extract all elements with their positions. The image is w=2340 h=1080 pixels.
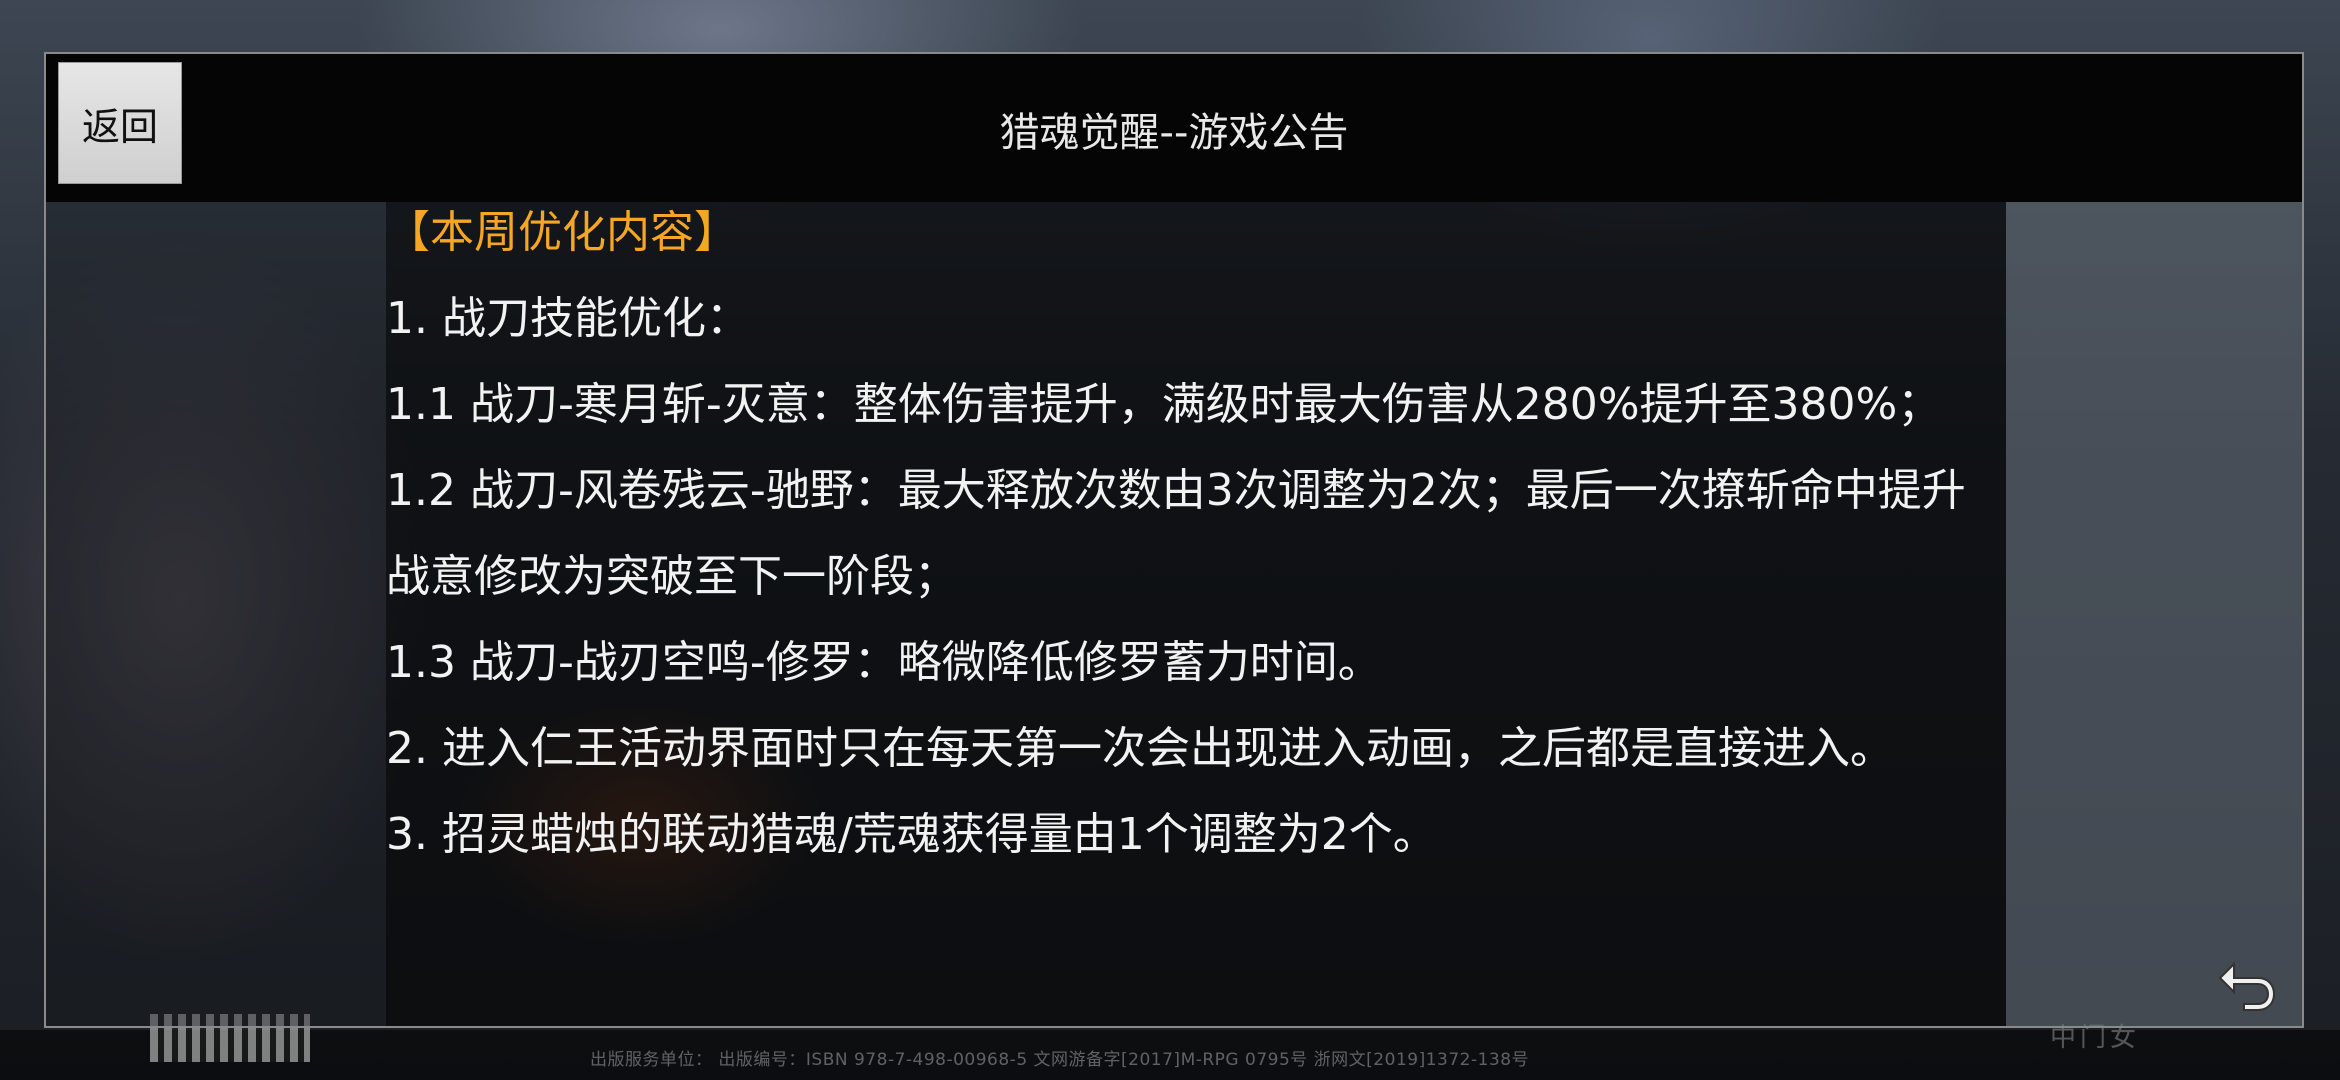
footer-license-text: 出版服务单位： 出版编号：ISBN 978-7-498-00968-5 文网游备…	[590, 1050, 1530, 1070]
announcement-line: 3. 招灵蜡烛的联动猎魂/荒魂获得量由1个调整为2个。	[386, 809, 1437, 860]
announcement-body[interactable]: 【本周优化内容】 1. 战刀技能优化： 1.1 战刀-寒月斩-灭意：整体伤害提升…	[386, 190, 2006, 878]
dialog-title: 猎魂觉醒--游戏公告	[999, 110, 1349, 156]
content-area: 【本周优化内容】 1. 战刀技能优化： 1.1 战刀-寒月斩-灭意：整体伤害提升…	[46, 202, 2302, 1026]
dialog-titlebar: 返回 猎魂觉醒--游戏公告	[46, 54, 2302, 202]
side-panel	[2006, 202, 2302, 1026]
announcement-line: 1. 战刀技能优化：	[386, 293, 750, 344]
announcement-line: 1.1 战刀-寒月斩-灭意：整体伤害提升，满级时最大伤害从280%提升至380%…	[386, 379, 1942, 430]
announcement-line: 2. 进入仁王活动界面时只在每天第一次会出现进入动画，之后都是直接进入。	[386, 723, 1894, 774]
announcement-dialog: 返回 猎魂觉醒--游戏公告 【本周优化内容】 1. 战刀技能优化： 1.1 战刀…	[44, 52, 2304, 1028]
footer-strip: 出版服务单位： 出版编号：ISBN 978-7-498-00968-5 文网游备…	[0, 1014, 2340, 1080]
announcement-heading: 【本周优化内容】	[386, 207, 738, 258]
return-arrow-icon[interactable]	[2214, 954, 2278, 1014]
announcement-line: 1.3 战刀-战刃空鸣-修罗：略微降低修罗蓄力时间。	[386, 637, 1382, 688]
announcement-line: 1.2 战刀-风卷残云-驰野：最大释放次数由3次调整为2次；最后一次撩斩命中提升…	[386, 465, 1966, 602]
